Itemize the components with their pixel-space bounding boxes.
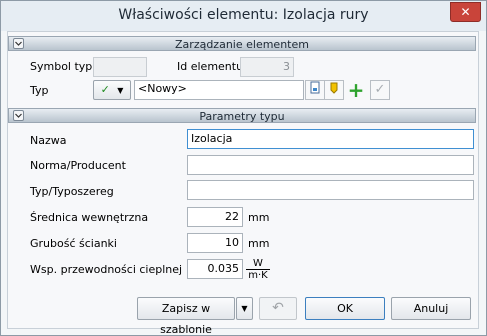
check-icon: ✓ [100, 83, 110, 96]
series-label: Typ/Typoszereg [30, 185, 114, 198]
close-button[interactable]: ✕ [450, 2, 481, 22]
inner-diameter-label: Średnica wewnętrzna [30, 211, 149, 224]
inner-diameter-field[interactable]: 22 [187, 207, 243, 227]
add-icon[interactable]: + [346, 80, 366, 100]
conductivity-unit-denominator: m·K [248, 270, 268, 281]
conductivity-unit-numerator: W [246, 258, 270, 270]
wall-thickness-unit: mm [248, 237, 270, 250]
params-section-header[interactable]: Parametry typu [8, 108, 476, 123]
conductivity-label: Wsp. przewodności cieplnej [30, 263, 183, 276]
id-field[interactable]: 3 [240, 57, 294, 77]
management-section-header[interactable]: Zarządzanie elementem [8, 36, 476, 51]
series-field[interactable] [187, 180, 474, 200]
management-section-title: Zarządzanie elementem [175, 38, 309, 51]
title-bar[interactable]: Właściwości elementu: Izolacja rury ✕ [1, 1, 486, 31]
conductivity-unit: W m·K [246, 258, 270, 281]
window-title: Właściwości elementu: Izolacja rury [118, 7, 369, 23]
id-label: Id elementu [177, 60, 244, 73]
cancel-button[interactable]: Anuluj [391, 297, 471, 320]
inner-diameter-unit: mm [248, 211, 270, 224]
type-status-dropdown[interactable]: ✓ ▼ [93, 80, 131, 100]
wall-thickness-label: Grubość ścianki [30, 237, 117, 250]
undo-icon: ↶ [272, 300, 284, 316]
save-template-button[interactable]: Zapisz w szablonie [137, 297, 235, 336]
symbol-label: Symbol typu [30, 60, 100, 73]
params-section-title: Parametry typu [199, 110, 285, 123]
wall-thickness-field[interactable]: 10 [187, 233, 243, 253]
name-label: Nazwa [30, 134, 67, 147]
name-field[interactable]: Izolacja [187, 129, 474, 149]
type-label: Typ [30, 84, 49, 97]
ok-button[interactable]: OK [305, 297, 385, 320]
chevron-down-icon: ▼ [117, 86, 124, 95]
save-template-dropdown[interactable]: ▼ [236, 297, 253, 320]
tag-icon[interactable] [324, 80, 344, 100]
norm-field[interactable] [187, 155, 474, 175]
document-icon[interactable] [305, 80, 325, 100]
chevron-down-icon: ▼ [241, 304, 248, 313]
undo-button[interactable]: ↶ [259, 297, 297, 320]
norm-label: Norma/Producent [30, 159, 126, 172]
confirm-icon[interactable]: ✓ [370, 80, 390, 100]
symbol-field[interactable] [93, 57, 147, 77]
type-select[interactable]: <Nowy> [134, 80, 304, 100]
conductivity-field[interactable]: 0.035 [187, 259, 243, 279]
